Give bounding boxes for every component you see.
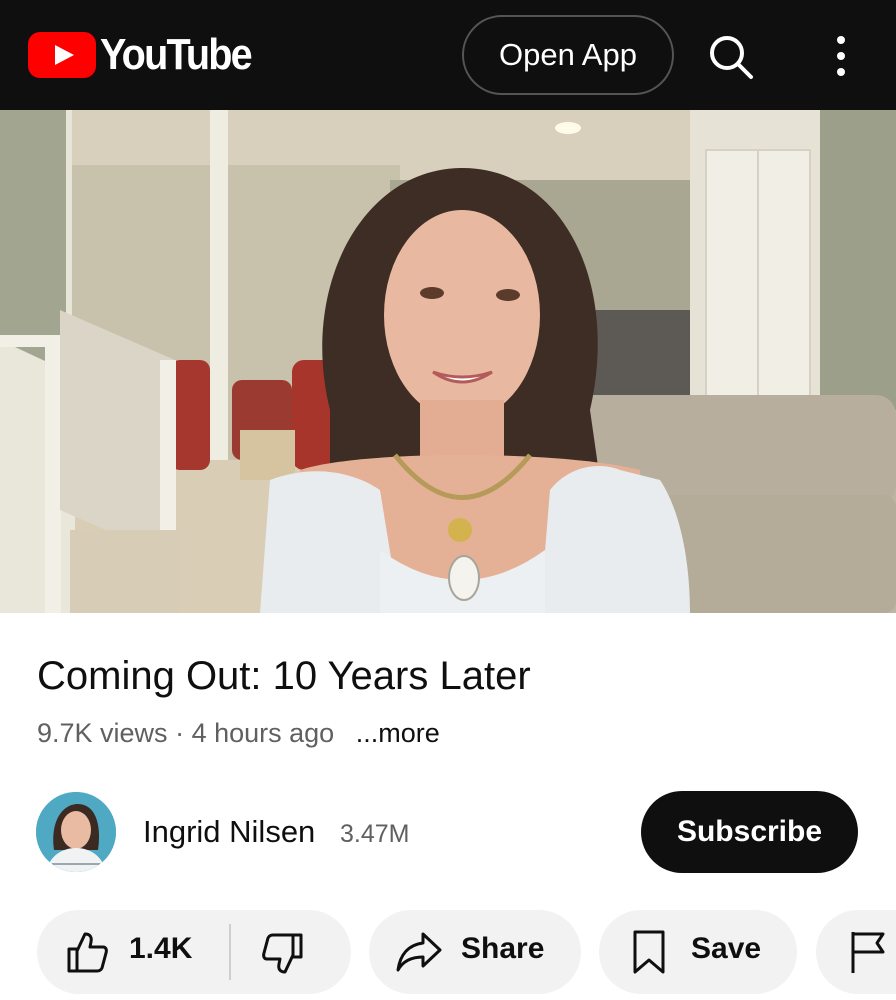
share-button[interactable]: Share xyxy=(369,910,581,994)
bookmark-icon xyxy=(631,930,667,974)
like-divider xyxy=(229,924,231,980)
youtube-play-icon xyxy=(28,32,96,78)
open-app-button[interactable]: Open App xyxy=(462,15,674,95)
logo-text: YouTube xyxy=(100,30,253,79)
more-description-link[interactable]: ...more xyxy=(356,718,440,748)
more-vert-icon[interactable] xyxy=(826,32,856,80)
video-thumbnail xyxy=(0,110,896,613)
action-bar: 1.4K Share Save xyxy=(0,910,896,994)
channel-name[interactable]: Ingrid Nilsen xyxy=(143,814,315,850)
channel-avatar[interactable] xyxy=(36,792,116,872)
video-title: Coming Out: 10 Years Later xyxy=(37,654,531,698)
report-button[interactable] xyxy=(816,910,896,994)
search-icon[interactable] xyxy=(706,32,754,80)
video-player[interactable] xyxy=(0,110,896,613)
view-count: 9.7K views xyxy=(37,718,168,748)
flag-icon xyxy=(848,930,888,974)
share-arrow-icon xyxy=(395,930,443,974)
channel-row: Ingrid Nilsen 3.47M Subscribe xyxy=(0,790,896,874)
subscriber-count: 3.47M xyxy=(340,820,410,848)
youtube-logo[interactable]: YouTube xyxy=(28,30,268,79)
share-label: Share xyxy=(461,932,545,965)
top-app-bar: YouTube Open App xyxy=(0,0,896,110)
save-label: Save xyxy=(691,932,762,965)
meta-separator: · xyxy=(175,718,185,748)
like-count[interactable]: 1.4K xyxy=(129,932,192,966)
thumbs-down-icon[interactable] xyxy=(261,932,305,976)
save-button[interactable]: Save xyxy=(599,910,797,994)
upload-age: 4 hours ago xyxy=(191,718,335,748)
like-dislike-pill: 1.4K xyxy=(37,910,351,994)
video-meta: 9.7K views · 4 hours ago ...more xyxy=(37,718,440,749)
thumbs-up-icon[interactable] xyxy=(65,930,109,974)
subscribe-button[interactable]: Subscribe xyxy=(641,791,858,873)
